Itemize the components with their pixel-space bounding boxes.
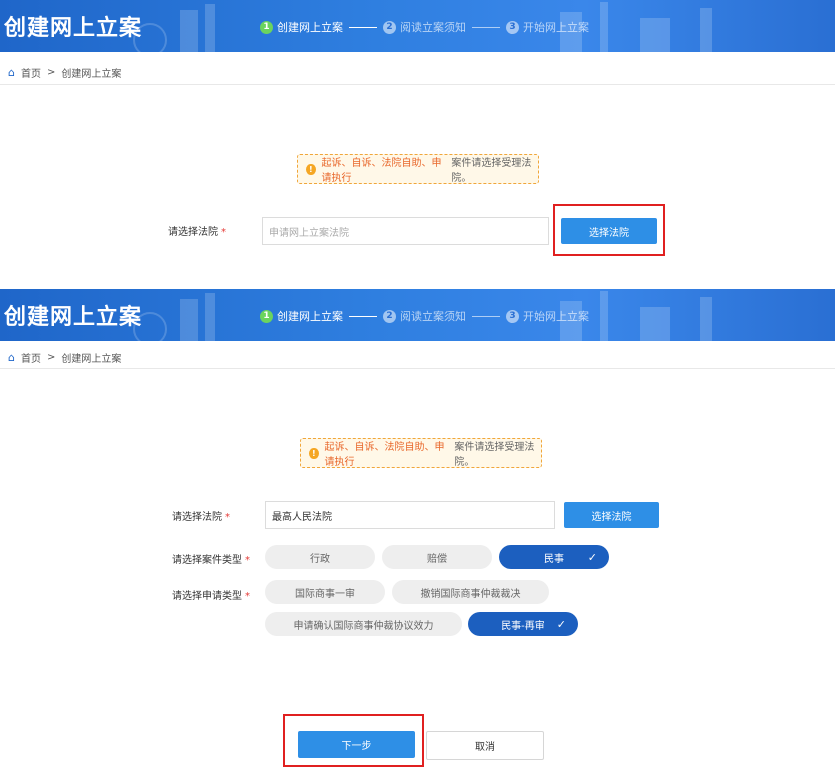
apply-type-label-text: 请选择申请类型	[172, 591, 242, 602]
step-2-number: 2	[383, 20, 396, 34]
notice-text: 案件请选择受理法院。	[451, 158, 532, 184]
court-label-text: 请选择法院	[172, 512, 222, 523]
court-label-text: 请选择法院	[168, 227, 218, 238]
step-connector	[349, 26, 377, 28]
court-label-1: 请选择法院 *	[168, 223, 226, 238]
step-2: 2 阅读立案须知	[383, 19, 466, 35]
warning-icon: !	[309, 447, 319, 459]
step-1-label: 创建网上立案	[277, 310, 343, 323]
apply-type-option-revoke-arbitration[interactable]: 撤销国际商事仲裁裁决	[392, 580, 549, 604]
select-court-button[interactable]: 选择法院	[564, 502, 659, 528]
step-connector	[349, 315, 377, 317]
step-2: 2 阅读立案须知	[383, 308, 466, 324]
check-icon: ✓	[556, 617, 566, 631]
cancel-button[interactable]: 取消	[426, 731, 544, 760]
step-3-label: 开始网上立案	[523, 21, 589, 34]
step-3-label: 开始网上立案	[523, 310, 589, 323]
banner-2: 创建网上立案 1 创建网上立案 2 阅读立案须知 3 开始网上立案	[0, 289, 835, 341]
court-label-2: 请选择法院 *	[172, 508, 230, 523]
court-input[interactable]: 最高人民法院	[265, 501, 555, 529]
pill-label: 民事-再审	[501, 620, 545, 632]
apply-type-option-retrial[interactable]: 民事-再审 ✓	[468, 612, 578, 636]
banner-title: 创建网上立案	[4, 305, 143, 330]
breadcrumb-current: 创建网上立案	[61, 69, 122, 80]
step-3: 3 开始网上立案	[506, 19, 589, 35]
highlight-frame	[283, 714, 424, 767]
check-icon: ✓	[587, 550, 597, 564]
pill-label: 民事	[544, 553, 564, 565]
breadcrumb-home[interactable]: 首页	[21, 65, 41, 80]
case-type-option-xingzheng[interactable]: 行政	[265, 545, 375, 569]
notice-highlight: 起诉、自诉、法院自助、申请执行	[321, 158, 442, 184]
step-1-number: 1	[260, 309, 273, 323]
breadcrumb-separator: >	[46, 67, 56, 78]
required-asterisk: *	[245, 591, 250, 602]
notice-box-2: ! 起诉、自诉、法院自助、申请执行 案件请选择受理法院。	[300, 438, 542, 468]
breadcrumb-current: 创建网上立案	[61, 354, 122, 365]
breadcrumb-1: ⌂ 首页 > 创建网上立案	[8, 65, 121, 80]
step-3: 3 开始网上立案	[506, 308, 589, 324]
warning-icon: !	[306, 163, 316, 175]
case-type-option-peichang[interactable]: 赔偿	[382, 545, 492, 569]
step-3-number: 3	[506, 309, 519, 323]
apply-type-option-first-instance[interactable]: 国际商事一审	[265, 580, 385, 604]
breadcrumb-2: ⌂ 首页 > 创建网上立案	[8, 350, 121, 365]
case-type-option-minshi[interactable]: 民事 ✓	[499, 545, 609, 569]
notice-box-1: ! 起诉、自诉、法院自助、申请执行 案件请选择受理法院。	[297, 154, 539, 184]
home-icon[interactable]: ⌂	[8, 351, 15, 364]
apply-type-option-confirm-arbitration[interactable]: 申请确认国际商事仲裁协议效力	[265, 612, 462, 636]
case-type-label-text: 请选择案件类型	[172, 555, 242, 566]
notice-text: 案件请选择受理法院。	[454, 442, 535, 468]
required-asterisk: *	[221, 227, 226, 238]
home-icon[interactable]: ⌂	[8, 66, 15, 79]
required-asterisk: *	[245, 555, 250, 566]
step-1: 1 创建网上立案	[260, 308, 343, 324]
step-3-number: 3	[506, 20, 519, 34]
step-1: 1 创建网上立案	[260, 19, 343, 35]
case-type-label: 请选择案件类型 *	[172, 551, 250, 566]
divider	[0, 368, 835, 369]
court-input[interactable]: 申请网上立案法院	[262, 217, 549, 245]
step-connector	[472, 315, 500, 317]
step-indicator: 1 创建网上立案 2 阅读立案须知 3 开始网上立案	[260, 19, 589, 35]
required-asterisk: *	[225, 512, 230, 523]
step-1-label: 创建网上立案	[277, 21, 343, 34]
step-2-label: 阅读立案须知	[400, 310, 466, 323]
breadcrumb-home[interactable]: 首页	[21, 350, 41, 365]
apply-type-label: 请选择申请类型 *	[172, 587, 250, 602]
breadcrumb-separator: >	[46, 352, 56, 363]
banner-title: 创建网上立案	[4, 16, 143, 41]
step-connector	[472, 26, 500, 28]
divider	[0, 84, 835, 85]
notice-highlight: 起诉、自诉、法院自助、申请执行	[324, 442, 445, 468]
step-2-number: 2	[383, 309, 396, 323]
highlight-frame	[553, 204, 665, 256]
step-1-number: 1	[260, 20, 273, 34]
banner-1: 创建网上立案 1 创建网上立案 2 阅读立案须知 3 开始网上立案	[0, 0, 835, 52]
step-indicator: 1 创建网上立案 2 阅读立案须知 3 开始网上立案	[260, 308, 589, 324]
step-2-label: 阅读立案须知	[400, 21, 466, 34]
